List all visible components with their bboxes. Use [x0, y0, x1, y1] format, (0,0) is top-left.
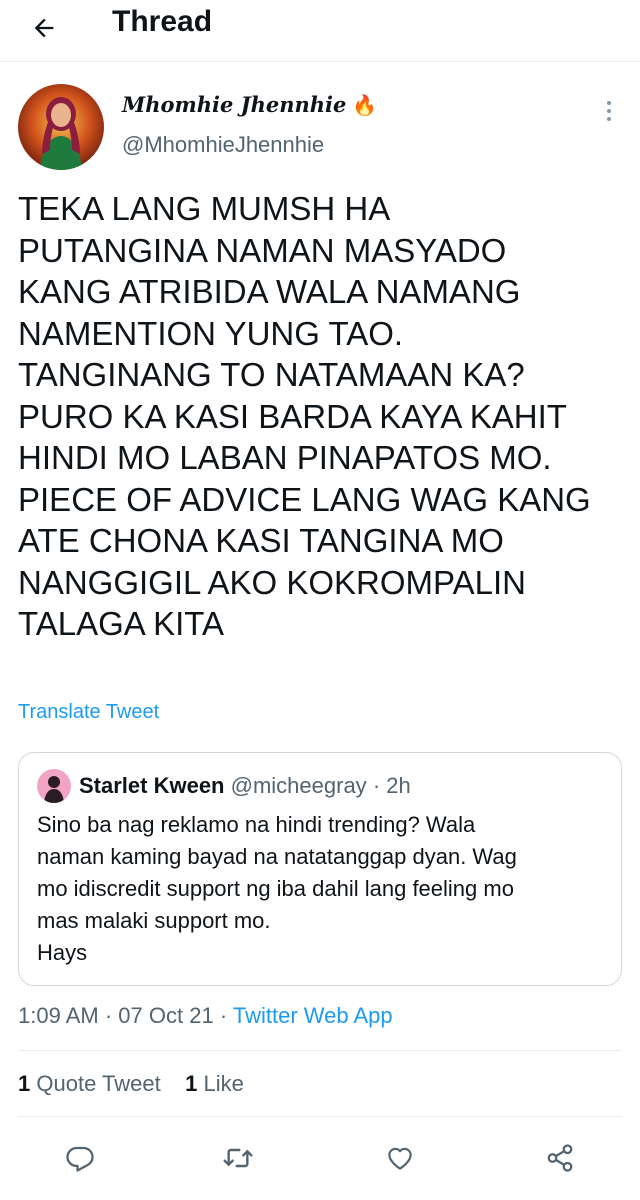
quote-author-name[interactable]: Starlet Kween — [79, 773, 225, 798]
author-avatar[interactable] — [18, 84, 104, 170]
quote-text: Sino ba nag reklamo na hindi trending? W… — [37, 812, 517, 965]
quote-header: Starlet Kween @micheegray · 2h — [79, 771, 411, 801]
quote-count: 1 — [18, 1071, 31, 1096]
retweet-button[interactable] — [218, 1138, 258, 1178]
reply-button[interactable] — [60, 1138, 100, 1178]
author-handle[interactable]: @MhomhieJhennhie — [122, 132, 324, 158]
action-bar — [0, 1130, 640, 1186]
quote-author-avatar — [37, 769, 71, 803]
source-app-link[interactable]: Twitter Web App — [233, 1003, 393, 1028]
divider — [18, 1116, 622, 1117]
like-count: 1 — [185, 1071, 198, 1096]
quote-separator: · — [372, 773, 381, 798]
author-display-name[interactable]: Mhomhie Jhennhie 🔥 — [122, 92, 377, 118]
arrow-left-icon — [30, 14, 58, 42]
more-options-button[interactable] — [594, 96, 624, 126]
page-title: Thread — [112, 5, 213, 38]
more-vertical-icon — [605, 99, 613, 123]
quote-tweet-stat[interactable]: 1 Quote Tweet — [18, 1071, 161, 1096]
divider — [18, 1050, 622, 1051]
share-icon — [545, 1143, 575, 1173]
tweet-date[interactable]: 07 Oct 21 — [118, 1003, 213, 1028]
reply-icon — [65, 1143, 95, 1173]
tweet-metadata: 1:09 AM · 07 Oct 21 · Twitter Web App — [18, 1000, 393, 1032]
meta-separator: · — [219, 1003, 228, 1028]
back-button[interactable] — [22, 6, 66, 50]
author-name-text: Mhomhie Jhennhie — [122, 92, 347, 117]
quote-age: 2h — [386, 773, 411, 798]
quote-author-handle: @micheegray — [230, 773, 367, 798]
retweet-icon — [222, 1142, 254, 1174]
tweet-time[interactable]: 1:09 AM — [18, 1003, 99, 1028]
meta-separator: · — [104, 1003, 113, 1028]
translate-tweet-link[interactable]: Translate Tweet — [18, 700, 159, 724]
share-button[interactable] — [540, 1138, 580, 1178]
like-stat[interactable]: 1 Like — [185, 1071, 244, 1096]
like-icon — [385, 1143, 415, 1173]
tweet-stats: 1 Quote Tweet 1 Like — [18, 1068, 244, 1100]
quoted-tweet[interactable]: Starlet Kween @micheegray · 2h Sino ba n… — [18, 752, 622, 986]
fire-emoji: 🔥 — [352, 93, 378, 117]
quote-label: Quote Tweet — [36, 1071, 161, 1096]
tweet-text: TEKA LANG MUMSH HA PUTANGINA NAMAN MASYA… — [18, 190, 591, 642]
like-label: Like — [203, 1071, 244, 1096]
like-button[interactable] — [380, 1138, 420, 1178]
thread-header: Thread — [0, 0, 640, 62]
